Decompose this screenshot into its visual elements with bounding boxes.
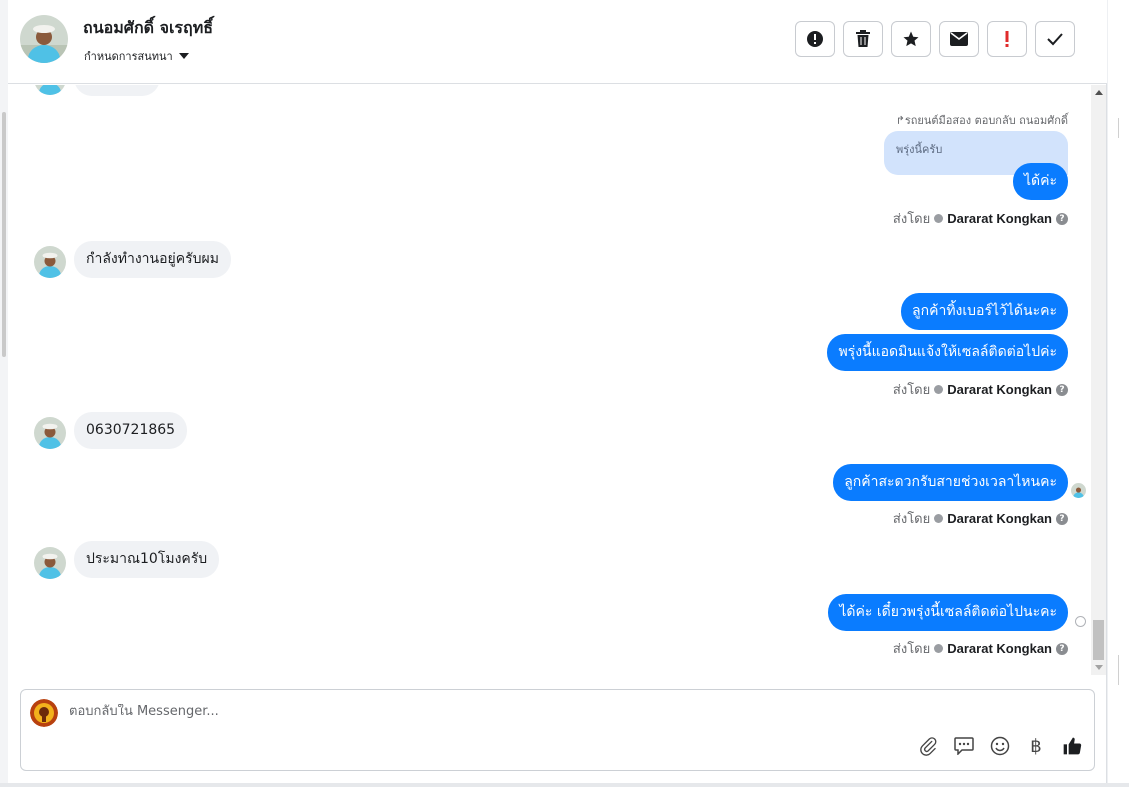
message-bubble-incoming[interactable]: กำลังทำงานอยู่ครับผม [74, 241, 231, 278]
sender-name[interactable]: Dararat Kongkan [947, 641, 1052, 656]
reply-quote-text: พรุ่งนี้ครับ [896, 143, 943, 156]
paperclip-icon[interactable] [918, 736, 938, 756]
message-text: ลูกค้าทิ้งเบอร์ไว้ได้นะคะ [912, 303, 1057, 319]
divider [1118, 655, 1119, 685]
scroll-thumb[interactable] [1093, 620, 1104, 660]
mark-unread-button[interactable] [939, 21, 979, 57]
contact-name: ถนอมศักดิ์ จเรฤทธิ์ [83, 18, 214, 37]
baht-icon[interactable]: ฿ [1026, 735, 1046, 757]
right-panel-edge [1108, 0, 1129, 787]
verified-icon [934, 514, 944, 523]
left-panel-edge [0, 0, 8, 787]
page-avatar [30, 699, 58, 727]
conversation-panel: ถนอมศักดิ์ จเรฤทธิ์ กำหนดการสนทนา ↱รถยนต… [8, 0, 1107, 783]
scroll-up-arrow-icon[interactable] [1095, 90, 1103, 95]
reply-composer: ฿ [20, 689, 1095, 771]
sender-name[interactable]: Dararat Kongkan [947, 382, 1052, 397]
verified-icon [934, 644, 944, 653]
contact-avatar-small [34, 547, 66, 579]
message-text: กำลังทำงานอยู่ครับผม [86, 251, 219, 267]
verified-icon [934, 385, 944, 394]
follow-up-button[interactable] [987, 21, 1027, 57]
seen-avatar [1071, 483, 1086, 498]
contact-avatar[interactable] [20, 15, 68, 63]
sent-status-icon [1075, 616, 1086, 627]
baht-glyph: ฿ [1030, 735, 1042, 757]
emoji-icon[interactable] [990, 736, 1010, 756]
star-button[interactable] [891, 21, 931, 57]
help-icon[interactable]: ? [1056, 512, 1068, 525]
scroll-down-arrow-icon[interactable] [1095, 665, 1103, 670]
message-text: ได้ค่ะ [1023, 173, 1057, 189]
composer-tools: ฿ [918, 735, 1082, 757]
message-bubble-outgoing[interactable]: ลูกค้าสะดวกรับสายช่วงเวลาไหนคะ [833, 464, 1068, 501]
exclamation-icon [1005, 31, 1009, 47]
sender-name[interactable]: Dararat Kongkan [947, 211, 1052, 226]
trash-icon [856, 30, 870, 47]
message-bubble-outgoing[interactable]: พรุ่งนี้แอดมินแจ้งให้เซลล์ติดต่อไปค่ะ [827, 334, 1068, 371]
thumbs-up-icon[interactable] [1062, 736, 1082, 756]
message-bubble-outgoing[interactable]: ลูกค้าทิ้งเบอร์ไว้ได้นะคะ [901, 293, 1068, 330]
contact-avatar-small [34, 85, 66, 95]
star-icon [903, 31, 919, 47]
caret-down-icon [178, 53, 189, 59]
reply-context: ↱รถยนต์มือสอง ตอบกลับ ถนอมศักดิ์ [895, 114, 1068, 127]
sent-by-prefix: ส่งโดย [892, 642, 931, 657]
header-actions [795, 21, 1075, 57]
mark-done-button[interactable] [1035, 21, 1075, 57]
message-bubble-incoming[interactable]: ประมาณ10โมงครับ [74, 541, 220, 578]
sent-by-line: ส่งโดย Dararat Kongkan ? [893, 379, 1068, 400]
contact-avatar-small [34, 417, 66, 449]
message-bubble-incoming[interactable]: … [74, 85, 160, 96]
conversation-header: ถนอมศักดิ์ จเรฤทธิ์ กำหนดการสนทนา [8, 0, 1107, 84]
sent-by-prefix: ส่งโดย [892, 383, 931, 398]
bottom-edge [0, 783, 1129, 787]
mark-spam-button[interactable] [795, 21, 835, 57]
left-scrollbar[interactable] [2, 112, 6, 357]
message-text: ประมาณ10โมงครับ [86, 551, 208, 567]
reply-input[interactable] [69, 704, 669, 719]
divider [1118, 118, 1119, 138]
sent-by-prefix: ส่งโดย [892, 512, 931, 527]
alert-circle-icon [807, 31, 823, 47]
sent-by-prefix: ส่งโดย [892, 212, 931, 227]
help-icon[interactable]: ? [1056, 642, 1068, 655]
message-text: ได้ค่ะ เดี๋ยวพรุ่งนี้เซลล์ติดต่อไปนะคะ [839, 604, 1057, 620]
message-bubble-outgoing[interactable]: ได้ค่ะ [1012, 163, 1068, 200]
saved-reply-icon[interactable] [954, 736, 974, 756]
message-text: พรุ่งนี้แอดมินแจ้งให้เซลล์ติดต่อไปค่ะ [838, 344, 1057, 360]
thread-scrollbar[interactable] [1091, 85, 1106, 675]
contact-avatar-small [34, 246, 66, 278]
message-text: ลูกค้าสะดวกรับสายช่วงเวลาไหนคะ [844, 474, 1057, 490]
message-thread[interactable]: … ↱รถยนต์มือสอง ตอบกลับ ถนอมศักดิ์ พรุ่ง… [16, 85, 1098, 675]
sent-by-line: ส่งโดย Dararat Kongkan ? [893, 508, 1068, 529]
sent-by-line: ส่งโดย Dararat Kongkan ? [893, 208, 1068, 229]
verified-icon [934, 214, 944, 223]
help-icon[interactable]: ? [1056, 383, 1068, 396]
assign-label: กำหนดการสนทนา [84, 50, 173, 63]
sender-name[interactable]: Dararat Kongkan [947, 511, 1052, 526]
envelope-icon [950, 32, 968, 46]
message-bubble-incoming[interactable]: 0630721865 [74, 412, 188, 449]
sent-by-line: ส่งโดย Dararat Kongkan ? [893, 638, 1068, 659]
message-bubble-outgoing[interactable]: ได้ค่ะ เดี๋ยวพรุ่งนี้เซลล์ติดต่อไปนะคะ [828, 594, 1068, 631]
help-icon[interactable]: ? [1056, 212, 1068, 225]
message-text: 0630721865 [86, 422, 176, 438]
checkmark-icon [1047, 33, 1063, 46]
assign-conversation-dropdown[interactable]: กำหนดการสนทนา [84, 47, 189, 65]
delete-button[interactable] [843, 21, 883, 57]
